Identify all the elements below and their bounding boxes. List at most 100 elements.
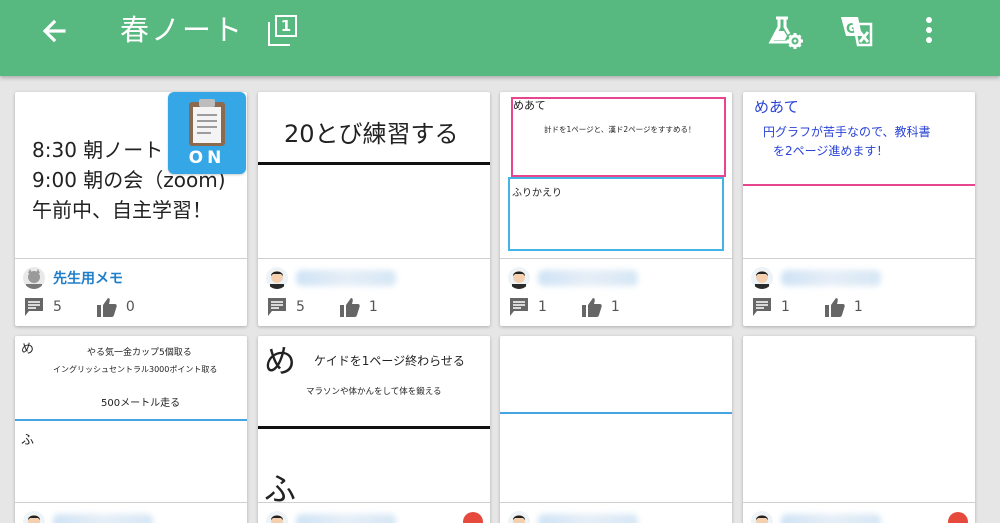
thumb-up-icon[interactable] (339, 296, 361, 318)
rule-line (500, 412, 732, 414)
rule-line (15, 419, 247, 421)
author-name-blurred (53, 514, 153, 523)
goal-label: めあて (513, 99, 546, 112)
like-count: 0 (125, 299, 135, 315)
on-toggle-badge[interactable]: ON (168, 92, 246, 174)
note-preview: め ケイドを1ページ終わらせる マラソンや体かんをして体を鍛える ふ (258, 336, 490, 502)
avatar (23, 511, 45, 523)
card-stats: 1 1 (751, 295, 897, 319)
author-name-blurred (296, 270, 396, 286)
author-name-blurred (781, 270, 881, 286)
divider (258, 502, 490, 503)
goal-text-line: 円グラフが苦手なので、教科書 (763, 125, 931, 139)
lab-settings-button[interactable] (768, 12, 808, 52)
note-card-2[interactable]: 20とび練習する 5 1 (258, 92, 490, 326)
like-count: 1 (368, 299, 378, 315)
note-card-8[interactable] (743, 336, 975, 523)
clipboard-icon (189, 99, 225, 146)
author-name-blurred (538, 270, 638, 286)
card-stats: 5 1 (266, 295, 412, 319)
comment-count: 5 (296, 299, 305, 315)
divider (500, 502, 732, 503)
comment-count: 1 (781, 299, 790, 315)
more-vert-icon (926, 17, 932, 43)
goal-label: めあて (754, 98, 799, 116)
note-preview: め やる気一金カップ5個取る イングリッシュセントラル3000ポイント取る 50… (15, 336, 247, 502)
goal-text-line: を2ページ進めます！ (773, 144, 889, 158)
comment-count: 5 (53, 299, 62, 315)
divider (15, 258, 247, 259)
divider (15, 502, 247, 503)
note-preview: めあて 計ドを1ページと、漢ド2ページをすすめる！ ふりかえり (500, 92, 732, 258)
on-label: ON (188, 148, 226, 168)
divider (500, 258, 732, 259)
goal-line: マラソンや体かんをして体を鍛える (306, 387, 442, 397)
note-card-6[interactable]: め ケイドを1ページ終わらせる マラソンや体かんをして体を鍛える ふ (258, 336, 490, 523)
avatar (751, 511, 773, 523)
rule-line (258, 426, 490, 429)
card-stats: 1 1 (508, 295, 654, 319)
author-name[interactable]: 先生用メモ (53, 268, 123, 288)
comment-icon[interactable] (508, 296, 530, 318)
review-label: ふりかえり (512, 188, 562, 199)
author[interactable] (508, 266, 638, 290)
author[interactable] (266, 510, 396, 523)
avatar (266, 511, 288, 523)
app-bar: 春ノート 1 G (0, 0, 1000, 76)
author[interactable] (751, 266, 881, 290)
note-preview: 20とび練習する (258, 92, 490, 258)
goal-label: め (264, 342, 297, 380)
author[interactable]: 先生用メモ (23, 266, 123, 290)
note-card-3[interactable]: めあて 計ドを1ページと、漢ド2ページをすすめる！ ふりかえり 1 1 (500, 92, 732, 326)
note-preview (500, 336, 732, 502)
note-preview: めあて 円グラフが苦手なので、教科書 を2ページ進めます！ (743, 92, 975, 258)
note-line: 8:30 朝ノート (32, 138, 164, 162)
author[interactable] (751, 510, 881, 523)
like-count: 1 (853, 299, 863, 315)
translate-off-button[interactable]: G (838, 12, 878, 52)
comment-icon[interactable] (751, 296, 773, 318)
thumb-up-icon[interactable] (824, 296, 846, 318)
page-count: 1 (275, 15, 297, 37)
goal-text: 計ドを1ページと、漢ド2ページをすすめる！ (544, 125, 696, 134)
arrow-back-icon (42, 19, 66, 43)
note-card-7[interactable] (500, 336, 732, 523)
note-card-5[interactable]: め やる気一金カップ5個取る イングリッシュセントラル3000ポイント取る 50… (15, 336, 247, 523)
avatar (508, 267, 530, 289)
note-preview (743, 336, 975, 502)
author[interactable] (508, 510, 638, 523)
comment-count: 1 (538, 299, 547, 315)
more-options-button[interactable] (912, 12, 946, 52)
note-card-4[interactable]: めあて 円グラフが苦手なので、教科書 を2ページ進めます！ 1 1 (743, 92, 975, 326)
comment-icon[interactable] (266, 296, 288, 318)
author-name-blurred (296, 514, 396, 523)
thumb-up-icon[interactable] (96, 296, 118, 318)
avatar (23, 267, 45, 289)
translate-off-icon: G (841, 17, 873, 47)
flask-settings-icon (768, 16, 803, 49)
avatar (751, 267, 773, 289)
card-stats: 5 0 (23, 295, 169, 319)
page-count-button[interactable]: 1 (264, 12, 302, 50)
thumb-up-icon[interactable] (581, 296, 603, 318)
goal-label: め (21, 342, 35, 357)
goal-line: やる気一金カップ5個取る (87, 348, 192, 358)
note-title: 20とび練習する (284, 120, 459, 148)
author[interactable] (23, 510, 153, 523)
comment-icon[interactable] (23, 296, 45, 318)
divider (258, 258, 490, 259)
note-line: 午前中、自主学習！ (32, 198, 212, 222)
avatar (266, 267, 288, 289)
review-label: ふ (264, 470, 297, 502)
goal-line: ケイドを1ページ終わらせる (314, 354, 465, 368)
divider (743, 502, 975, 503)
rule-line (743, 184, 975, 186)
back-button[interactable] (34, 12, 74, 52)
goal-line: 500メートル走る (101, 398, 181, 409)
author-name-blurred (781, 514, 881, 523)
divider (743, 258, 975, 259)
rule-line (258, 162, 490, 165)
goal-line: イングリッシュセントラル3000ポイント取る (53, 365, 218, 374)
author[interactable] (266, 266, 396, 290)
notebook-title: 春ノート (120, 13, 245, 47)
